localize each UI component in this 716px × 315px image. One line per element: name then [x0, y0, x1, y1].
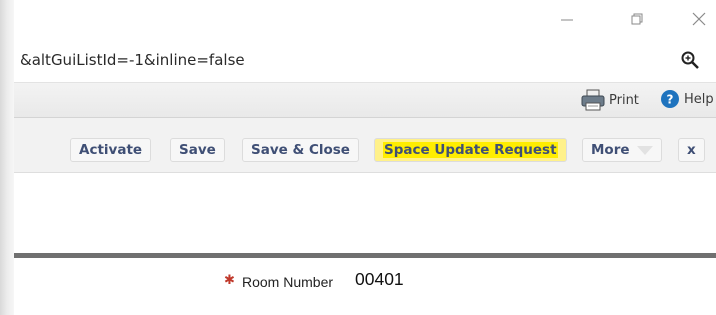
print-link[interactable]: Print [581, 89, 639, 111]
asterisk-icon: ✱ [224, 273, 235, 288]
content-area [14, 173, 716, 253]
close-window-button[interactable] [676, 0, 716, 38]
svg-text:?: ? [667, 93, 674, 107]
printer-icon [581, 89, 605, 111]
restore-button[interactable] [614, 0, 660, 38]
help-link[interactable]: ? Help [660, 89, 714, 109]
help-icon: ? [661, 90, 679, 108]
browser-window: &altGuiListId=-1&inline=false Print ? He… [0, 0, 716, 315]
room-number-value[interactable]: 00401 [355, 269, 404, 290]
close-window-icon [692, 12, 706, 26]
restore-icon [631, 13, 643, 25]
more-label: More [591, 142, 630, 158]
close-form-button[interactable]: x [678, 138, 705, 162]
room-number-label: Room Number [242, 274, 334, 290]
space-update-request-label: Space Update Request [383, 142, 558, 158]
save-close-button[interactable]: Save & Close [242, 138, 359, 162]
room-number-row: ✱ Room Number 00401 [14, 258, 716, 315]
address-url-text[interactable]: &altGuiListId=-1&inline=false [20, 51, 245, 69]
more-button[interactable]: More [582, 138, 662, 162]
chevron-down-icon [636, 145, 653, 155]
help-label: Help [684, 91, 714, 107]
address-bar[interactable]: &altGuiListId=-1&inline=false [14, 38, 716, 83]
window-frame-edge [0, 0, 14, 315]
space-update-request-button[interactable]: Space Update Request [374, 138, 567, 162]
minimize-icon [561, 19, 573, 21]
print-label: Print [609, 92, 639, 108]
page-menu-bar: Print ? Help [14, 83, 716, 118]
save-button[interactable]: Save [170, 138, 225, 162]
minimize-button[interactable] [544, 0, 590, 38]
activate-button[interactable]: Activate [70, 138, 152, 162]
title-bar [14, 0, 716, 38]
zoom-icon[interactable] [680, 50, 700, 70]
action-toolbar: Activate Save Save & Close Space Update … [14, 118, 716, 173]
